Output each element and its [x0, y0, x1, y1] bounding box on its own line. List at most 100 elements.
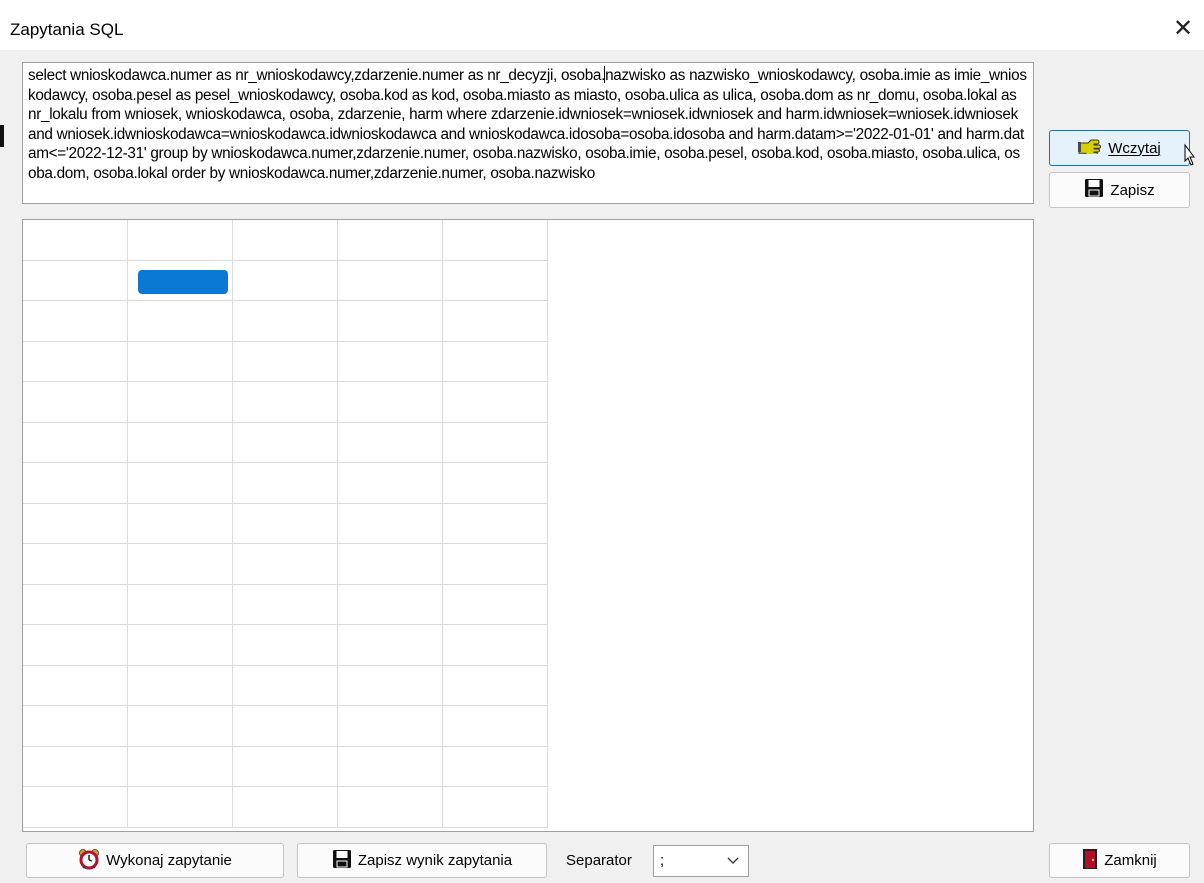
save-query-button[interactable]: Zapisz — [1049, 172, 1190, 208]
hand-pointing-icon — [1078, 138, 1102, 158]
grid-cell[interactable] — [233, 463, 338, 504]
query-result-grid[interactable] — [22, 219, 1034, 832]
grid-cell[interactable] — [443, 463, 548, 504]
chevron-down-icon — [726, 853, 740, 871]
grid-cell[interactable] — [128, 746, 233, 787]
grid-cell[interactable] — [443, 422, 548, 463]
grid-cell[interactable] — [338, 544, 443, 585]
grid-cell[interactable] — [338, 625, 443, 666]
grid-cell[interactable] — [128, 706, 233, 747]
grid-cell[interactable] — [128, 463, 233, 504]
grid-cell[interactable] — [443, 584, 548, 625]
grid-cell[interactable] — [23, 787, 128, 828]
grid-cell[interactable] — [443, 503, 548, 544]
close-button[interactable]: Zamknij — [1049, 843, 1190, 878]
grid-cell[interactable] — [128, 503, 233, 544]
grid-cell[interactable] — [443, 625, 548, 666]
sql-text-after-caret: nazwisko as nazwisko_wnioskodawcy, osoba… — [28, 67, 1027, 182]
load-button-label: Wczytaj — [1108, 139, 1161, 157]
grid-cell[interactable] — [338, 787, 443, 828]
window-title: Zapytania SQL — [10, 20, 124, 39]
grid-cell[interactable] — [23, 422, 128, 463]
grid-cell[interactable] — [443, 341, 548, 382]
grid-cell[interactable] — [338, 382, 443, 423]
grid-cell[interactable] — [443, 301, 548, 342]
grid-cell[interactable] — [443, 544, 548, 585]
grid-cell[interactable] — [23, 746, 128, 787]
grid-cell[interactable] — [23, 260, 128, 301]
grid-cell[interactable] — [233, 584, 338, 625]
grid-cell[interactable] — [128, 625, 233, 666]
grid-cell[interactable] — [233, 746, 338, 787]
grid-cell[interactable] — [23, 625, 128, 666]
sql-query-window: Zapytania SQL ✕ select wnioskodawca.nume… — [0, 0, 1204, 883]
grid-cell[interactable] — [23, 220, 128, 261]
grid-cell[interactable] — [128, 220, 233, 261]
grid-cell[interactable] — [338, 746, 443, 787]
grid-cell[interactable] — [443, 220, 548, 261]
grid-cell[interactable] — [338, 422, 443, 463]
grid-cell[interactable] — [233, 301, 338, 342]
window-edge-marker — [0, 125, 4, 147]
title-bar: Zapytania SQL ✕ — [0, 0, 1204, 50]
save-result-button-label: Zapisz wynik zapytania — [357, 852, 513, 869]
grid-cell[interactable] — [128, 422, 233, 463]
grid-cell[interactable] — [128, 544, 233, 585]
grid-cell[interactable] — [23, 341, 128, 382]
grid-cell[interactable] — [338, 341, 443, 382]
save-result-button[interactable]: Zapisz wynik zapytania — [297, 843, 547, 878]
floppy-disk-icon — [332, 849, 352, 873]
grid-cell[interactable] — [338, 301, 443, 342]
grid-cell[interactable] — [233, 382, 338, 423]
grid-cell[interactable] — [23, 665, 128, 706]
grid-cell[interactable] — [338, 665, 443, 706]
separator-label: Separator — [566, 852, 632, 869]
grid-cell[interactable] — [233, 665, 338, 706]
grid-cell[interactable] — [233, 544, 338, 585]
separator-select[interactable]: ; — [653, 845, 749, 877]
selected-cell[interactable] — [138, 270, 228, 294]
grid-cell[interactable] — [128, 787, 233, 828]
grid-cell[interactable] — [338, 260, 443, 301]
grid-cell[interactable] — [443, 787, 548, 828]
grid-cell[interactable] — [338, 503, 443, 544]
grid-cell[interactable] — [128, 584, 233, 625]
grid-cell[interactable] — [128, 341, 233, 382]
grid-cell[interactable] — [23, 544, 128, 585]
door-exit-icon — [1082, 848, 1098, 874]
grid-cell[interactable] — [233, 220, 338, 261]
grid-cell[interactable] — [128, 382, 233, 423]
load-query-button[interactable]: Wczytaj — [1049, 130, 1190, 166]
grid-cell[interactable] — [233, 260, 338, 301]
execute-button-label: Wykonaj zapytanie — [106, 852, 232, 869]
grid-cell[interactable] — [23, 463, 128, 504]
grid-cell[interactable] — [233, 625, 338, 666]
grid-cell[interactable] — [338, 463, 443, 504]
grid-cell[interactable] — [233, 706, 338, 747]
execute-query-button[interactable]: Wykonaj zapytanie — [26, 843, 284, 878]
grid-cell[interactable] — [443, 706, 548, 747]
grid-cell[interactable] — [233, 787, 338, 828]
grid-cell[interactable] — [23, 584, 128, 625]
mouse-pointer-icon — [1180, 143, 1202, 180]
grid-cell[interactable] — [23, 382, 128, 423]
grid-cell[interactable] — [443, 665, 548, 706]
grid-cell[interactable] — [338, 706, 443, 747]
grid-cell[interactable] — [233, 503, 338, 544]
grid-cell[interactable] — [443, 382, 548, 423]
grid-cell[interactable] — [443, 746, 548, 787]
sql-query-editor[interactable]: select wnioskodawca.numer as nr_wnioskod… — [22, 62, 1034, 204]
grid-cell[interactable] — [233, 422, 338, 463]
grid-cell[interactable] — [338, 220, 443, 261]
grid-cell[interactable] — [443, 260, 548, 301]
grid-cell[interactable] — [23, 706, 128, 747]
grid-cell[interactable] — [23, 301, 128, 342]
alarm-clock-icon — [78, 848, 100, 874]
close-window-button[interactable]: ✕ — [1168, 14, 1198, 44]
grid-cell[interactable] — [338, 584, 443, 625]
grid-cell[interactable] — [233, 341, 338, 382]
grid-cell[interactable] — [128, 665, 233, 706]
grid-cell[interactable] — [128, 301, 233, 342]
grid-cell[interactable] — [23, 503, 128, 544]
sql-text-before-caret: select wnioskodawca.numer as nr_wnioskod… — [28, 67, 606, 84]
